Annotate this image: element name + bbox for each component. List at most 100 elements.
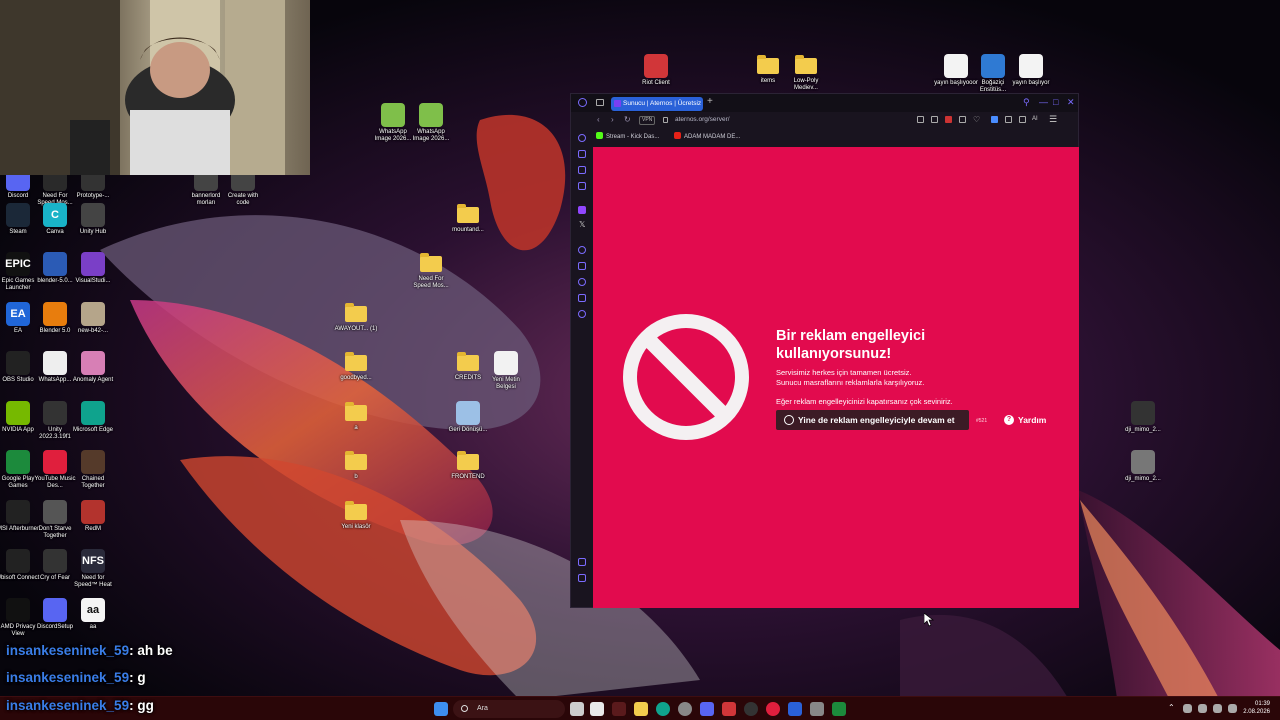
settings-icon[interactable] (578, 310, 586, 318)
cube-icon[interactable] (1005, 116, 1012, 123)
desktop-icon-chained[interactable]: Chained Together (71, 450, 115, 490)
widget-icon[interactable] (612, 702, 626, 716)
desktop-icon-nfs-folder[interactable]: Need For Speed Mos... (409, 252, 453, 290)
twitch-icon[interactable] (578, 206, 586, 214)
x-icon[interactable]: 𝕏 (579, 220, 585, 229)
clock-icon[interactable] (578, 278, 586, 286)
desktop-icon-wa-img-2[interactable]: WhatsApp Image 2026... (409, 103, 453, 143)
youtube-music-icon[interactable] (766, 702, 780, 716)
ai-button[interactable]: AI (1032, 116, 1038, 122)
bookmark-youtube[interactable]: ADAM MADAM DE... (674, 132, 740, 140)
play-icon[interactable] (959, 116, 966, 123)
desktop-icon-mountand[interactable]: mountand... (446, 203, 490, 234)
desktop-icon-label: VisualStudi... (75, 278, 111, 284)
camera-icon[interactable] (1019, 116, 1026, 123)
help-link[interactable]: ? Yardım (1004, 415, 1046, 425)
nvidia-icon (6, 401, 30, 425)
desktop-icon-newb42[interactable]: new-b42-... (71, 302, 115, 335)
adblock-warning-panel: Bir reklam engelleyici kullanıyorsunuz! … (593, 147, 1079, 608)
extension-icon[interactable] (917, 116, 924, 123)
desktop-icon-edge[interactable]: Microsoft Edge (71, 401, 115, 434)
file-explorer-icon[interactable] (634, 702, 648, 716)
forward-button[interactable]: › (611, 115, 614, 124)
aria-icon[interactable] (578, 150, 586, 158)
sidebar-toggle-icon[interactable] (578, 574, 586, 582)
tab-aternos[interactable]: Sunucu | Aternos | Ücretsiz (611, 97, 703, 111)
wallet-icon[interactable] (578, 166, 586, 174)
continue-with-adblock-button[interactable]: Yine de reklam engelleyiciyle devam et (776, 410, 969, 430)
chatgpt-icon[interactable] (678, 702, 692, 716)
minimize-button[interactable]: — (1039, 97, 1048, 107)
desktop-icon-label: Unity Hub (79, 229, 107, 235)
clock[interactable]: 01:39 2.08.2026 (1243, 700, 1270, 716)
ytmusic-icon (43, 450, 67, 474)
desktop-icon-frontend[interactable]: FRONTEND (446, 450, 490, 481)
search-tabs-icon[interactable]: ⚲ (1023, 97, 1030, 108)
desktop-icon-aa[interactable]: aa aa (71, 598, 115, 631)
search-placeholder: Ara (477, 705, 488, 712)
desktop-icon-anomaly-agent[interactable]: Anomaly Agent (71, 351, 115, 384)
maximize-button[interactable]: □ (1053, 97, 1058, 107)
desktop-icon-nfsheat[interactable]: NFS Need for Speed™ Heat (71, 549, 115, 589)
reload-button[interactable]: ↻ (624, 115, 631, 124)
sidebar-bottom-icon[interactable] (578, 558, 586, 566)
tray-monitor-icon[interactable] (1213, 704, 1222, 713)
menu-icon[interactable]: ☰ (1049, 114, 1057, 125)
riot-icon[interactable] (722, 702, 736, 716)
tray-app-icon[interactable] (1183, 704, 1192, 713)
shield-icon[interactable] (945, 116, 952, 123)
desktop-icon-dji-2[interactable]: dji_mimo_2... (1121, 450, 1165, 483)
desktop-icon-awayout[interactable]: AWAYOUT... (1) (334, 302, 378, 333)
tray-network-icon[interactable] (1198, 704, 1207, 713)
close-button[interactable]: ✕ (1067, 97, 1075, 108)
tray-volume-icon[interactable] (1228, 704, 1237, 713)
desktop-icon-label: Microsoft Edge (72, 427, 114, 433)
desktop-icon-visualstudio[interactable]: VisualStudi... (71, 252, 115, 285)
desktop-icon-label: WhatsApp Image 2026... (412, 129, 450, 142)
yeni-metin-icon (494, 351, 518, 375)
chat-icon[interactable] (578, 294, 586, 302)
app-icon[interactable] (788, 702, 802, 716)
obs-icon[interactable] (744, 702, 758, 716)
desktop-icon-riot[interactable]: Riot Client (634, 54, 678, 87)
unity-icon[interactable] (810, 702, 824, 716)
lock-icon (663, 117, 668, 123)
url-field[interactable]: aternos.org/server/ (675, 116, 730, 123)
desktop-icon-yeni-klasor[interactable]: Yeni klasör (334, 500, 378, 531)
desktop-icon-lowpoly[interactable]: Low-Poly Mediev... (784, 54, 828, 92)
xbox-icon[interactable] (832, 702, 846, 716)
desktop-icon-geri-donusum[interactable]: Geri Dönüşü... (446, 401, 490, 434)
desktop-icon-redm[interactable]: RedM (71, 500, 115, 533)
vpn-badge[interactable]: VPN (639, 116, 656, 125)
history-icon[interactable] (578, 134, 586, 142)
chat-text: : g (129, 670, 146, 685)
tray-chevron-icon[interactable]: ⌃ (1168, 703, 1175, 712)
download-icon[interactable] (991, 116, 998, 123)
desktop-icon-folder-b[interactable]: b (334, 450, 378, 481)
desktop-icon-unity-hub[interactable]: Unity Hub (71, 203, 115, 236)
calendar-icon[interactable] (590, 702, 604, 716)
desktop-icon-label: goodbyed... (340, 375, 372, 381)
messenger-icon[interactable] (578, 182, 586, 190)
desktop-icon-folder-a[interactable]: a (334, 401, 378, 432)
gaming-icon[interactable] (578, 262, 586, 270)
desktop-icon-goodbyed[interactable]: goodbyed... (334, 351, 378, 382)
back-button[interactable]: ‹ (597, 115, 600, 124)
desktop-icon-yayin-2[interactable]: yayın başlıyor (1009, 54, 1053, 87)
browser-window[interactable]: Sunucu | Aternos | Ücretsiz + ⚲ — □ ✕ ‹ … (570, 93, 1079, 608)
bookmark-kick[interactable]: Stream - Kick Das... (596, 132, 659, 140)
discord-icon[interactable] (700, 702, 714, 716)
player-icon[interactable] (578, 246, 586, 254)
screenshot-icon[interactable] (931, 116, 938, 123)
task-view-icon[interactable] (570, 702, 584, 716)
adblock-title: Bir reklam engelleyici kullanıyorsunuz! (776, 328, 926, 362)
taskbar-search[interactable]: Ara (453, 700, 565, 718)
edge-icon[interactable] (656, 702, 670, 716)
start-button-icon[interactable] (434, 702, 448, 716)
desktop-icon-dji-1[interactable]: dji_mimo_2... (1121, 401, 1165, 434)
desktop-icon-yeni-metin[interactable]: Yeni Metin Belgesi (484, 351, 528, 391)
new-tab-button[interactable]: + (707, 96, 713, 107)
heart-icon[interactable]: ♡ (973, 115, 980, 124)
tab-sidebar-icon[interactable] (596, 99, 604, 106)
browser-logo-icon[interactable] (578, 98, 587, 107)
